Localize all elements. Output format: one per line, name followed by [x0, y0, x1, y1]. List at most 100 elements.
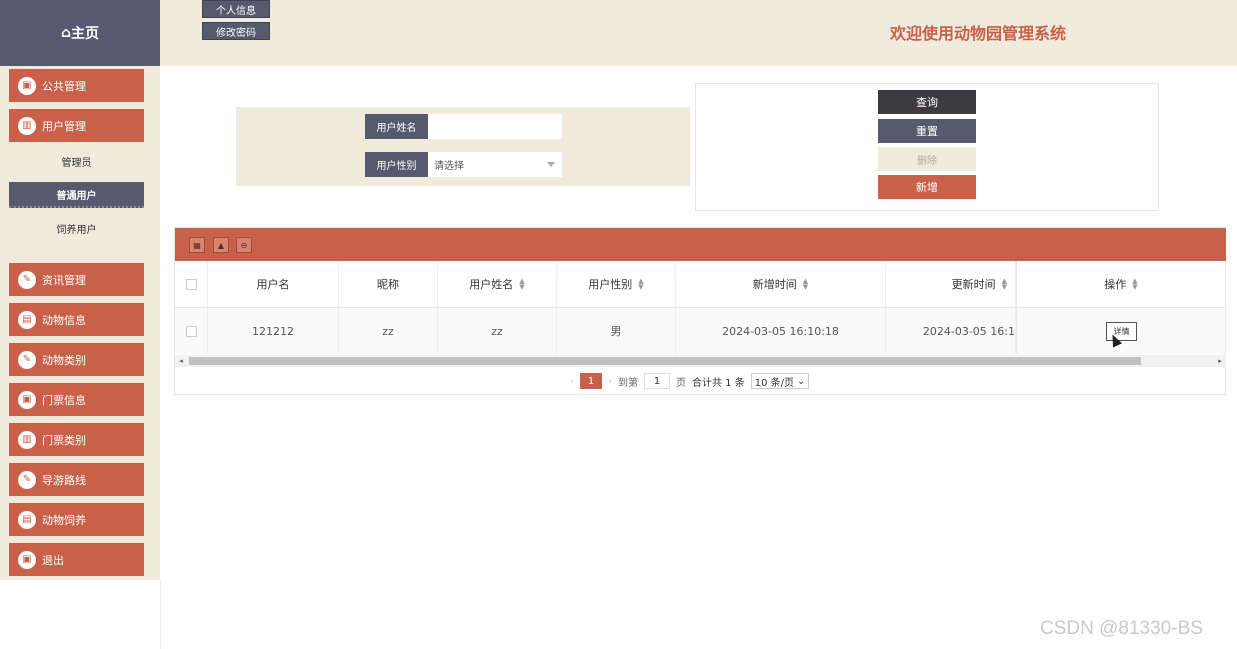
welcome-title: 欢迎使用动物园管理系统: [890, 24, 1067, 43]
col-nickname[interactable]: 昵称: [339, 261, 438, 307]
pagination: ‹ 1 › 到第 1 页 合计共 1 条 10 条/页 ⌄: [570, 373, 810, 389]
sidebar-subitem-normal-user[interactable]: 普通用户: [9, 182, 144, 208]
col-realname[interactable]: 用户姓名 ▲ ▼: [438, 261, 557, 307]
name-label: 用户姓名: [365, 114, 428, 139]
goto-label: 到第: [618, 377, 638, 389]
sidebar-item-tour-route[interactable]: ✎ 导游路线: [9, 463, 144, 496]
row-checkbox[interactable]: [185, 325, 197, 337]
sort-icon[interactable]: ▲ ▼: [638, 278, 643, 291]
col-label: 新增时间: [752, 278, 797, 291]
delete-button[interactable]: 删除: [878, 147, 976, 171]
bar-chart-icon: ▥: [18, 430, 36, 449]
col-updated[interactable]: 更新时间 ▲ ▼: [886, 261, 1016, 307]
header: 个人信息 修改密码 欢迎使用动物园管理系统: [160, 0, 1237, 66]
action-panel: 查询 重置 删除 新增: [695, 83, 1159, 211]
sidebar-item-public[interactable]: ▣ 公共管理: [9, 69, 144, 102]
name-field: 用户姓名: [365, 114, 562, 139]
sort-icon[interactable]: ▲ ▼: [1132, 278, 1137, 291]
columns-icon[interactable]: ▦: [189, 237, 205, 253]
print-icon[interactable]: ⊖: [236, 237, 252, 253]
sidebar-item-label: 资讯管理: [42, 273, 86, 287]
scrollbar-thumb[interactable]: [189, 357, 1141, 365]
sidebar-item-news[interactable]: ✎ 资讯管理: [9, 263, 144, 296]
select-all-checkbox[interactable]: [185, 278, 197, 290]
table-toolbar: ▦ ▲ ⊖: [175, 228, 1226, 261]
horizontal-scrollbar[interactable]: ◂ ▸: [175, 355, 1226, 367]
sidebar-item-label: 用户管理: [42, 119, 86, 133]
change-password-button[interactable]: 修改密码: [202, 22, 270, 40]
export-icon[interactable]: ▲: [213, 237, 229, 253]
bar-chart-icon: ▥: [18, 116, 36, 135]
sidebar-item-label: 门票信息: [42, 393, 86, 407]
page-1[interactable]: 1: [580, 373, 602, 389]
cell-username: 121212: [208, 308, 339, 354]
col-label: 用户姓名: [469, 278, 514, 291]
search-panel: 用户姓名 用户性别 请选择: [236, 107, 690, 186]
sort-icon[interactable]: ▲ ▼: [1002, 278, 1007, 291]
scroll-left-icon[interactable]: ◂: [175, 355, 187, 367]
sort-icon[interactable]: ▲ ▼: [519, 278, 524, 291]
cell-ops: 详情: [1016, 308, 1226, 354]
edit-icon: ✎: [18, 350, 36, 369]
clipboard-icon: ▤: [18, 310, 36, 329]
sidebar-divider: [160, 580, 161, 649]
image-icon: ▣: [18, 390, 36, 409]
col-created[interactable]: 新增时间 ▲ ▼: [676, 261, 886, 307]
sidebar-subitem-keeper[interactable]: 饲养用户: [9, 215, 144, 241]
select-all-cell: [175, 261, 208, 307]
image-icon: ▣: [18, 76, 36, 95]
home-label: 主页: [71, 26, 100, 42]
col-label: 操作: [1104, 278, 1127, 291]
sidebar-item-label: 门票类别: [42, 433, 86, 447]
col-ops[interactable]: 操作 ▲ ▼: [1016, 261, 1226, 307]
page-size-value: 10 条/页: [754, 377, 795, 389]
sidebar-item-label: 导游路线: [42, 473, 86, 487]
sidebar-item-label: 动物信息: [42, 313, 86, 327]
sidebar-item-ticket-info[interactable]: ▣ 门票信息: [9, 383, 144, 416]
reset-button[interactable]: 重置: [878, 119, 976, 143]
gender-label: 用户性别: [365, 152, 428, 177]
cell-created: 2024-03-05 16:10:18: [676, 308, 886, 354]
gender-field: 用户性别 请选择: [365, 152, 562, 177]
next-page-icon[interactable]: ›: [608, 376, 612, 387]
cell-nickname: zz: [339, 308, 438, 354]
prev-page-icon[interactable]: ‹: [570, 376, 574, 387]
sidebar: ▣ 公共管理 ▥ 用户管理 管理员 普通用户 饲养用户 ✎ 资讯管理 ▤ 动物信…: [0, 66, 160, 580]
sidebar-item-label: 退出: [42, 553, 64, 567]
sidebar-item-animal-feed[interactable]: ▤ 动物饲养: [9, 503, 144, 536]
clipboard-icon: ▤: [18, 510, 36, 529]
total-count: 合计共 1 条: [692, 377, 745, 389]
col-username[interactable]: 用户名: [208, 261, 339, 307]
cell-gender: 男: [557, 308, 676, 354]
image-icon: ▣: [18, 550, 36, 569]
add-button[interactable]: 新增: [878, 175, 976, 199]
col-gender[interactable]: 用户性别 ▲ ▼: [557, 261, 676, 307]
sidebar-item-label: 公共管理: [42, 79, 86, 93]
sidebar-item-ticket-type[interactable]: ▥ 门票类别: [9, 423, 144, 456]
edit-icon: ✎: [18, 270, 36, 289]
sidebar-subitem-admin[interactable]: 管理员: [9, 148, 144, 174]
name-input[interactable]: [428, 114, 562, 139]
scroll-right-icon[interactable]: ▸: [1214, 355, 1226, 367]
home-icon: ⌂: [60, 25, 72, 41]
home-link[interactable]: ⌂ 主页: [0, 0, 160, 66]
profile-button[interactable]: 个人信息: [202, 0, 270, 18]
cell-updated: 2024-03-05 16:1: [886, 308, 1016, 354]
chevron-down-icon: ⌄: [797, 375, 806, 387]
query-button[interactable]: 查询: [878, 90, 976, 114]
sort-icon[interactable]: ▲ ▼: [803, 278, 808, 291]
sidebar-item-user[interactable]: ▥ 用户管理: [9, 109, 144, 142]
gender-select[interactable]: 请选择: [428, 152, 562, 177]
page-size-select[interactable]: 10 条/页 ⌄: [750, 373, 810, 389]
sidebar-item-animal-type[interactable]: ✎ 动物类别: [9, 343, 144, 376]
col-label: 更新时间: [951, 278, 996, 291]
cell-realname: zz: [438, 308, 557, 354]
gender-select-value: 请选择: [434, 161, 464, 172]
col-label: 用户性别: [588, 278, 633, 291]
sidebar-item-animal-info[interactable]: ▤ 动物信息: [9, 303, 144, 336]
data-table: ▦ ▲ ⊖ 用户名 昵称 用户姓名 ▲ ▼ 用户性别 ▲ ▼ 新增时间 ▲ ▼ 更新时…: [174, 227, 1226, 395]
sidebar-item-label: 动物饲养: [42, 513, 86, 527]
sidebar-item-logout[interactable]: ▣ 退出: [9, 543, 144, 576]
goto-page-input[interactable]: 1: [644, 373, 670, 389]
page-unit: 页: [676, 377, 686, 389]
